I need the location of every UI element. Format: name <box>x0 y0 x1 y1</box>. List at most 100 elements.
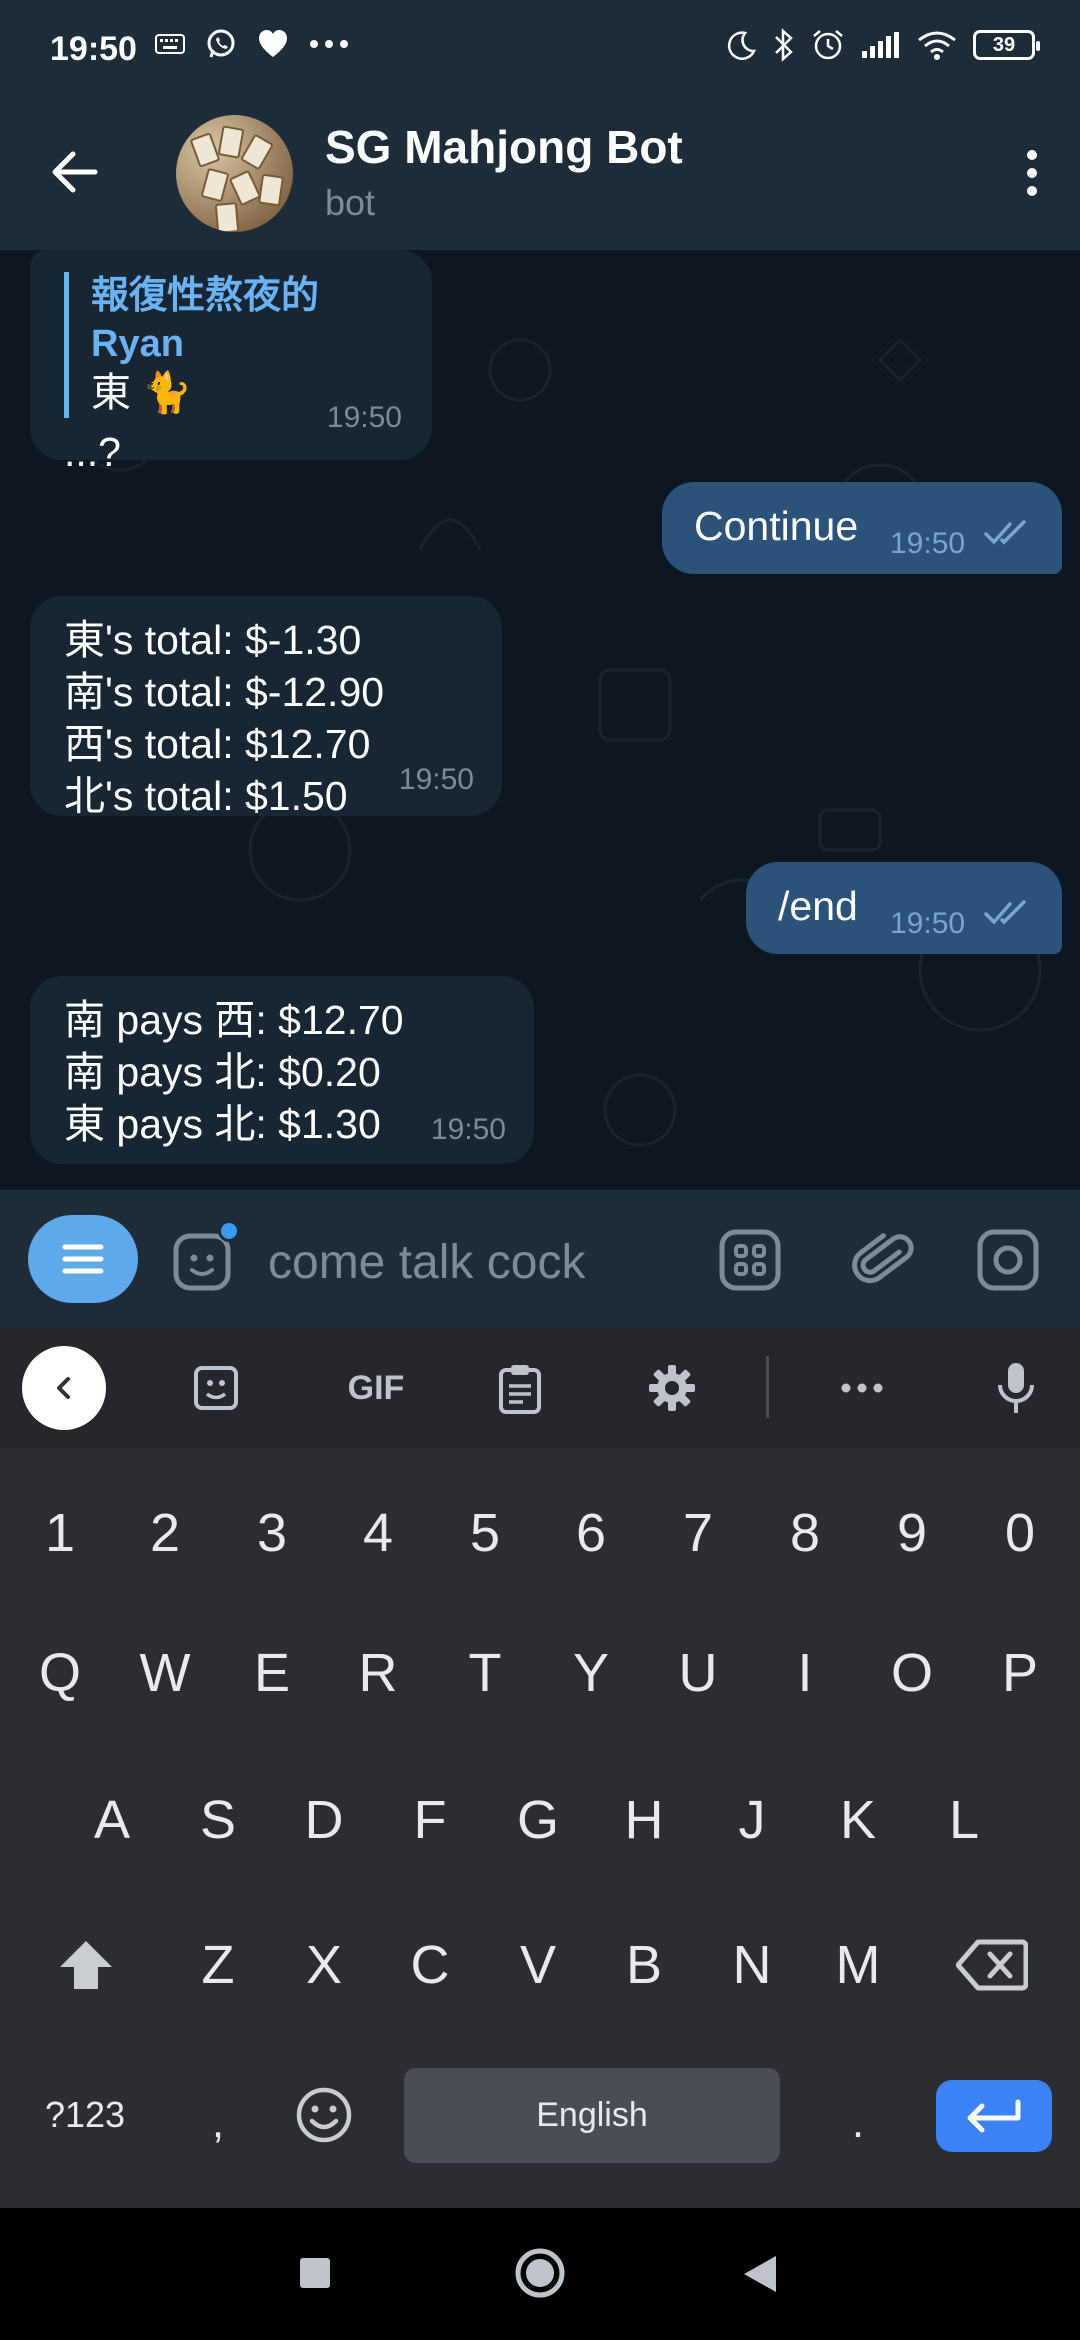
space-key[interactable]: English <box>404 2068 780 2163</box>
key[interactable]: H <box>594 1765 694 1875</box>
signal-icon <box>862 32 899 58</box>
back-nav-icon[interactable] <box>742 2254 778 2294</box>
status-icons-left <box>155 28 349 60</box>
message-line: 南 pays 北: $0.20 <box>64 1049 381 1095</box>
key[interactable]: S <box>168 1765 268 1875</box>
key[interactable]: M <box>808 1910 908 2020</box>
keyboard-collapse-button[interactable] <box>22 1346 106 1430</box>
message-incoming[interactable]: 東's total: $-1.30 南's total: $-12.90 西's… <box>30 596 502 819</box>
key[interactable]: Y <box>541 1618 641 1728</box>
system-navigation-bar <box>0 2208 1080 2340</box>
heart-icon <box>259 30 287 57</box>
symbols-key[interactable]: ?123 <box>20 2060 150 2170</box>
emoji-key[interactable] <box>274 2060 374 2170</box>
battery-icon: 39 <box>973 30 1040 60</box>
key[interactable]: O <box>862 1618 962 1728</box>
key[interactable]: P <box>970 1618 1070 1728</box>
key[interactable]: 1 <box>10 1478 110 1588</box>
key[interactable]: B <box>594 1910 694 2020</box>
key[interactable]: K <box>808 1765 908 1875</box>
key[interactable]: 3 <box>222 1478 322 1588</box>
key[interactable]: 7 <box>648 1478 748 1588</box>
key[interactable]: Q <box>10 1618 110 1728</box>
status-time: 19:50 <box>50 30 137 68</box>
message-incoming[interactable]: 南 pays 西: $12.70 南 pays 北: $0.20 東 pays … <box>30 976 534 1164</box>
settings-tool[interactable] <box>642 1358 702 1418</box>
more-vertical-icon[interactable] <box>1022 148 1042 198</box>
key[interactable]: 9 <box>862 1478 962 1588</box>
key[interactable]: X <box>274 1910 374 2020</box>
message-outgoing[interactable]: Continue 19:50 <box>662 482 1062 574</box>
key[interactable]: U <box>648 1618 748 1728</box>
key[interactable]: J <box>702 1765 802 1875</box>
message-time: 19:50 <box>890 527 966 560</box>
clipboard-icon <box>499 1365 541 1414</box>
gear-icon <box>649 1365 695 1411</box>
message-input[interactable]: come talk cock <box>268 1235 585 1290</box>
chat-subtitle: bot <box>325 182 376 223</box>
message-time: 19:50 <box>326 401 402 434</box>
key[interactable]: L <box>914 1765 1014 1875</box>
key[interactable]: C <box>380 1910 480 2020</box>
app-header-area: 19:50 39 SG Mahjong Bot bot <box>0 0 1080 250</box>
back-arrow-icon[interactable] <box>45 142 105 202</box>
key[interactable]: 6 <box>541 1478 641 1588</box>
key[interactable]: Z <box>168 1910 268 2020</box>
key[interactable]: 8 <box>755 1478 855 1588</box>
chevron-left-icon <box>57 1377 70 1399</box>
attach-icon[interactable] <box>852 1228 916 1292</box>
message-text: /end <box>778 883 858 929</box>
key[interactable]: F <box>380 1765 480 1875</box>
home-icon[interactable] <box>513 2246 567 2300</box>
more-dots-icon <box>310 40 348 48</box>
message-time: 19:50 <box>890 907 966 940</box>
key[interactable]: W <box>115 1618 215 1728</box>
enter-icon <box>967 2099 1021 2133</box>
key[interactable]: I <box>755 1618 855 1728</box>
period-key[interactable]: . <box>808 2068 908 2178</box>
message-time: 19:50 <box>430 1113 506 1146</box>
enter-key[interactable] <box>936 2080 1052 2152</box>
key[interactable]: E <box>222 1618 322 1728</box>
gif-button[interactable]: GIF <box>336 1358 416 1418</box>
apps-grid-icon[interactable] <box>718 1228 782 1292</box>
status-icons-right: 39 <box>725 28 1040 62</box>
key[interactable]: R <box>328 1618 428 1728</box>
backspace-key[interactable] <box>942 1910 1042 2020</box>
key[interactable]: 0 <box>970 1478 1070 1588</box>
clipboard-tool[interactable] <box>490 1358 550 1418</box>
bot-menu-button[interactable] <box>28 1215 138 1303</box>
message-list[interactable]: 報復性熬夜的Ryan 東 🐈 ...? 19:50 Continue 19:50… <box>0 250 1080 1190</box>
key[interactable]: G <box>488 1765 588 1875</box>
avatar[interactable] <box>176 115 293 232</box>
key[interactable]: 2 <box>115 1478 215 1588</box>
status-bar: 19:50 39 <box>0 0 1080 100</box>
key[interactable]: T <box>435 1618 535 1728</box>
battery-level: 39 <box>992 33 1016 56</box>
sticker-tool-icon <box>194 1366 238 1410</box>
key[interactable]: V <box>488 1910 588 2020</box>
chat-title[interactable]: SG Mahjong Bot <box>325 120 683 174</box>
key[interactable]: N <box>702 1910 802 2020</box>
keyboard-toolbar: GIF <box>0 1328 1080 1448</box>
moon-icon <box>727 31 756 60</box>
key[interactable]: 4 <box>328 1478 428 1588</box>
message-line: 南 pays 西: $12.70 <box>64 997 404 1043</box>
shift-key[interactable] <box>36 1910 136 2020</box>
message-time: 19:50 <box>398 763 474 796</box>
message-incoming[interactable]: 報復性熬夜的Ryan 東 🐈 ...? 19:50 <box>30 250 432 475</box>
key[interactable]: D <box>274 1765 374 1875</box>
more-tool[interactable] <box>832 1358 892 1418</box>
comma-key[interactable]: , <box>168 2068 268 2178</box>
sticker-tool[interactable] <box>186 1358 246 1418</box>
key[interactable]: 5 <box>435 1478 535 1588</box>
camera-icon[interactable] <box>976 1228 1040 1292</box>
recents-icon[interactable] <box>298 2256 332 2290</box>
message-outgoing[interactable]: /end 19:50 <box>746 862 1062 954</box>
toolbar-divider <box>766 1356 769 1418</box>
backspace-icon <box>956 1939 1028 1991</box>
bluetooth-icon <box>775 28 793 62</box>
voice-input-tool[interactable] <box>986 1358 1046 1418</box>
menu-lines-icon <box>62 1244 104 1274</box>
key[interactable]: A <box>62 1765 162 1875</box>
